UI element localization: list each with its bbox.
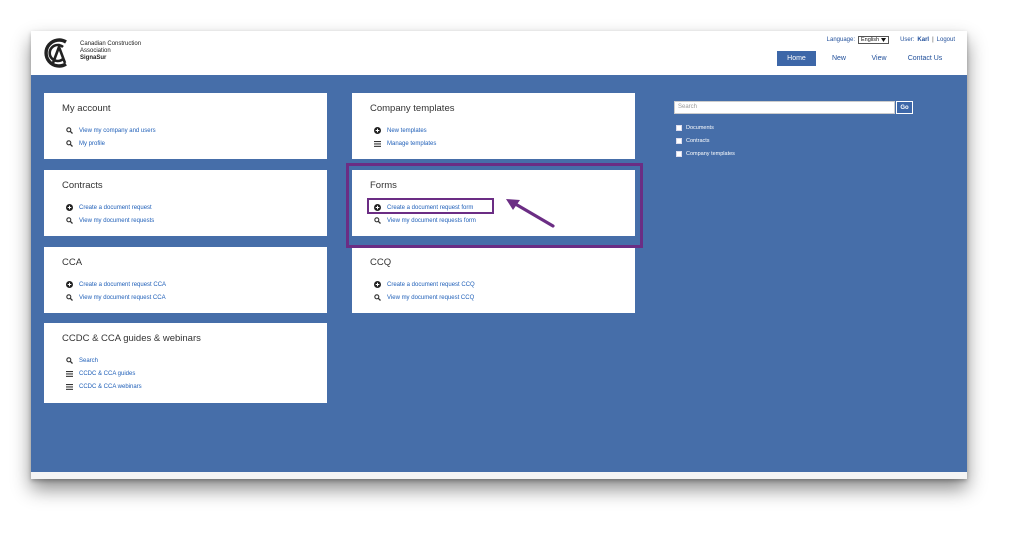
list-icon [64,383,74,390]
search-icon [64,357,74,364]
filter-label: Documents [686,124,714,131]
card-ccq: CCQ Create a document request CCQ View m… [352,247,635,313]
link-label: Create a document request [79,204,152,211]
link-label: View my document request CCA [79,294,166,301]
filter-label: Contracts [686,137,710,144]
card-title: CCQ [370,257,392,268]
search-icon [64,217,74,224]
topbar: Language: English User: Karl | Logout [827,36,955,44]
brand-name: Canadian Construction Association SignaS… [80,41,141,62]
search-icon [372,294,382,301]
go-button[interactable]: Go [896,101,913,114]
link-create-document-request[interactable]: Create a document request [64,201,154,214]
link-view-document-request-ccq[interactable]: View my document request CCQ [372,291,475,304]
cca-logo-icon[interactable] [42,36,74,70]
filter-checkbox[interactable] [676,124,682,131]
card-links: Search CCDC & CCA guides CCDC & CCA webi… [64,354,142,393]
logout-link[interactable]: Logout [937,37,955,43]
plus-circle-icon [372,127,382,134]
card-links: New templates Manage templates [372,124,436,150]
filter-checkbox[interactable] [676,137,682,144]
card-title: Company templates [370,103,455,114]
link-label: Create a document request CCA [79,281,167,288]
brand-line-2: Association [80,48,111,54]
link-view-company-users[interactable]: View my company and users [64,124,156,137]
annotation-arrow-icon [506,199,555,228]
link-label: New templates [387,127,427,134]
app-window: Canadian Construction Association SignaS… [31,31,967,479]
search-filters: Documents Contracts Company templates [676,121,735,160]
link-create-document-request-cca[interactable]: Create a document request CCA [64,278,166,291]
create-form-link-highlight [367,198,494,214]
topbar-separator: | [932,37,934,43]
filter-company-templates[interactable]: Company templates [676,147,735,160]
nav-new[interactable]: New [827,51,851,66]
card-my-account: My account View my company and users My … [44,93,327,159]
language-value: English [861,37,880,43]
card-cca: CCA Create a document request CCA View m… [44,247,327,313]
link-label: View my company and users [79,127,156,134]
filter-documents[interactable]: Documents [676,121,735,134]
plus-circle-icon [64,281,74,288]
link-new-templates[interactable]: New templates [372,124,436,137]
link-create-document-request-ccq[interactable]: Create a document request CCQ [372,278,475,291]
link-view-document-requests[interactable]: View my document requests [64,214,154,227]
user-label: User: [900,37,915,43]
link-label: My profile [79,140,106,147]
plus-circle-icon [372,281,382,288]
filter-label: Company templates [686,150,735,157]
link-label: Manage templates [387,140,437,147]
nav-contact-us[interactable]: Contact Us [903,51,947,66]
card-title: Contracts [62,180,103,191]
list-icon [64,370,74,377]
link-manage-templates[interactable]: Manage templates [372,137,436,150]
link-search-guides[interactable]: Search [64,354,142,367]
card-title: My account [62,103,111,114]
filter-contracts[interactable]: Contracts [676,134,735,147]
search-icon [64,140,74,147]
card-title: CCA [62,257,83,268]
card-links: Create a document request View my docume… [64,201,154,227]
card-links: View my company and users My profile [64,124,156,150]
nav-view[interactable]: View [867,51,891,66]
link-view-document-request-cca[interactable]: View my document request CCA [64,291,166,304]
link-label: Search [79,357,99,364]
search-icon [64,127,74,134]
list-icon [372,140,382,147]
search-icon [64,294,74,301]
dashboard: My account View my company and users My … [31,75,967,472]
plus-circle-icon [64,204,74,211]
link-ccdc-cca-webinars[interactable]: CCDC & CCA webinars [64,380,142,393]
search-input[interactable]: Search [674,101,895,114]
brand-line-1: Canadian Construction [80,41,142,47]
link-label: CCDC & CCA webinars [79,383,142,390]
link-label: CCDC & CCA guides [79,370,136,377]
card-contracts: Contracts Create a document request View… [44,170,327,236]
language-select[interactable]: English [858,36,890,44]
link-my-profile[interactable]: My profile [64,137,156,150]
footer-strip [31,472,967,479]
link-label: View my document request CCQ [387,294,475,301]
header: Canadian Construction Association SignaS… [31,31,967,75]
card-guides-webinars: CCDC & CCA guides & webinars Search CCDC… [44,323,327,403]
user-name: Karl [917,37,930,43]
chevron-down-icon [881,38,887,42]
link-label: Create a document request CCQ [387,281,475,288]
filter-checkbox[interactable] [676,150,682,157]
language-label: Language: [826,37,856,43]
link-label: View my document requests [79,217,155,224]
card-company-templates: Company templates New templates Manage t… [352,93,635,159]
link-ccdc-cca-guides[interactable]: CCDC & CCA guides [64,367,142,380]
card-links: Create a document request CCA View my do… [64,278,166,304]
nav-home[interactable]: Home [777,51,816,66]
brand-line-3: SignaSur [80,55,107,61]
card-links: Create a document request CCQ View my do… [372,278,475,304]
card-title: CCDC & CCA guides & webinars [62,333,201,344]
